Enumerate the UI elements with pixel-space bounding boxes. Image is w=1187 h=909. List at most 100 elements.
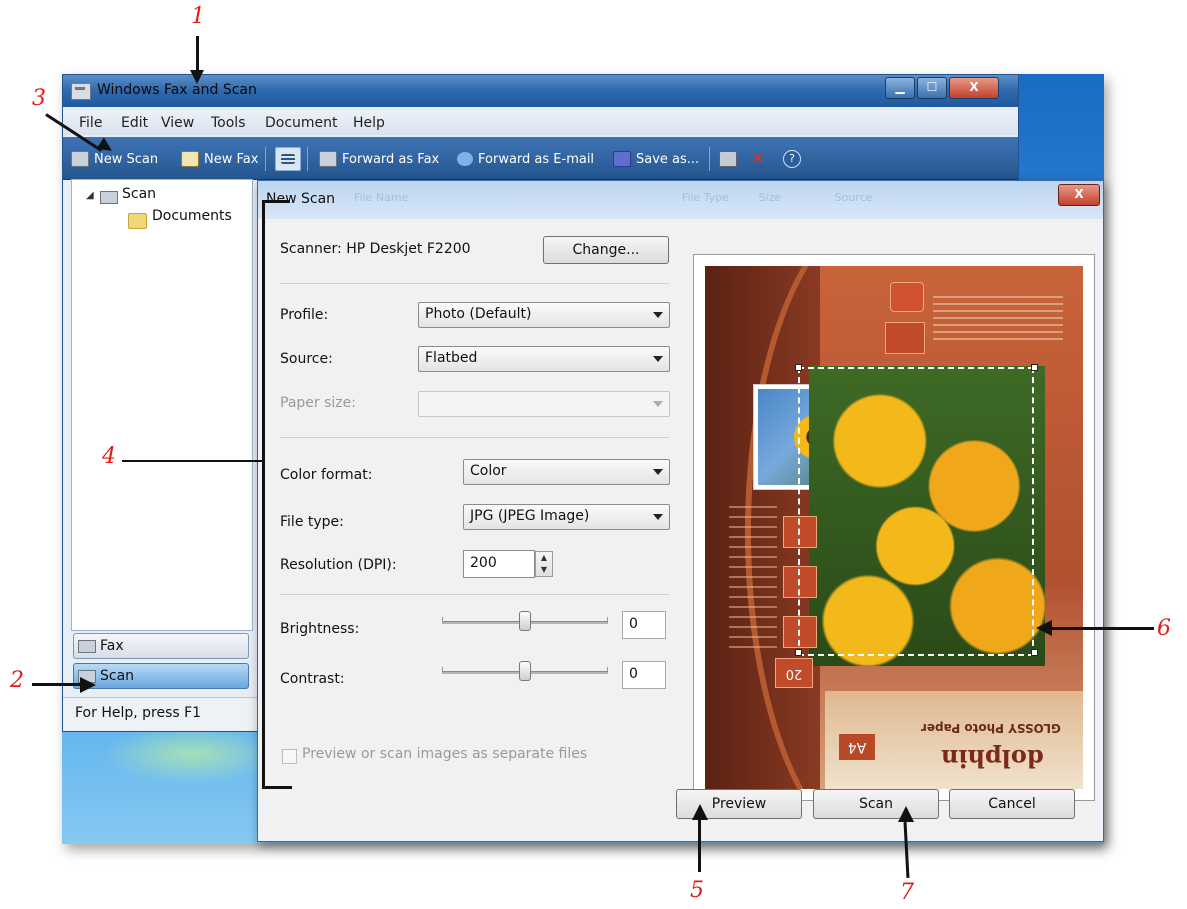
new-fax-button[interactable]: New Fax xyxy=(181,149,258,169)
selection-resize-handle[interactable] xyxy=(795,649,802,656)
scan-view-button[interactable]: Scan xyxy=(73,663,249,689)
delete-button[interactable]: ✕ xyxy=(751,149,765,169)
profile-dropdown[interactable]: Photo (Default) xyxy=(418,302,670,328)
contrast-slider-thumb[interactable] xyxy=(519,661,531,681)
scan-preview-area[interactable]: 20 A4 GLOSSY Photo Paper dolphin xyxy=(693,254,1095,801)
annotation-bracket-top xyxy=(262,200,290,203)
menu-bar: File Edit View Tools Document Help xyxy=(63,111,1018,135)
contrast-value-field[interactable]: 0 xyxy=(622,661,666,689)
menu-help[interactable]: Help xyxy=(353,115,385,131)
help-question-icon: ? xyxy=(783,150,801,168)
paper-size-label: Paper size: xyxy=(280,395,356,411)
brightness-value-field[interactable]: 0 xyxy=(622,611,666,639)
fax-view-label: Fax xyxy=(100,638,124,654)
chevron-down-icon xyxy=(653,401,663,407)
color-format-dropdown[interactable]: Color xyxy=(463,459,670,485)
help-button[interactable]: ? xyxy=(783,149,801,169)
menu-file[interactable]: File xyxy=(79,115,102,131)
dialog-title-bar[interactable]: File Name File Type Size Source New Scan… xyxy=(258,181,1103,219)
photo-badge xyxy=(885,322,925,354)
arrow-head-icon xyxy=(692,804,708,820)
annotation-4: 4 xyxy=(102,444,116,469)
minimize-button[interactable]: ▁ xyxy=(885,77,915,99)
photo-count-badge: 20 xyxy=(775,658,813,688)
paper-size-dropdown xyxy=(418,391,670,417)
printer-icon xyxy=(719,151,737,167)
window-title: Windows Fax and Scan xyxy=(97,82,257,98)
new-document-icon xyxy=(181,151,199,167)
chevron-down-icon xyxy=(653,312,663,318)
cancel-button[interactable]: Cancel xyxy=(949,789,1075,819)
slider-tick xyxy=(442,617,443,621)
annotation-line-4 xyxy=(122,460,264,462)
delete-x-icon: ✕ xyxy=(751,149,766,169)
separate-files-checkbox[interactable] xyxy=(282,749,297,764)
tree-item-documents[interactable]: Documents xyxy=(152,208,232,224)
forward-as-email-button[interactable]: Forward as E-mail xyxy=(457,149,594,169)
scan-selection-rectangle[interactable] xyxy=(798,367,1034,656)
view-toggle-button[interactable] xyxy=(275,147,301,171)
toolbar-separator xyxy=(307,147,308,171)
source-value: Flatbed xyxy=(425,350,478,366)
resolution-input[interactable]: 200 xyxy=(463,550,535,578)
selection-resize-handle[interactable] xyxy=(795,364,802,371)
save-as-button[interactable]: Save as... xyxy=(613,149,699,169)
divider xyxy=(280,283,669,284)
color-format-value: Color xyxy=(470,463,507,479)
menu-edit[interactable]: Edit xyxy=(121,115,148,131)
menu-document[interactable]: Document xyxy=(265,115,338,131)
chevron-down-icon xyxy=(653,514,663,520)
annotation-arrow-5 xyxy=(698,818,701,872)
dialog-title: New Scan xyxy=(266,191,336,207)
list-view-icon xyxy=(281,154,295,164)
scanner-icon xyxy=(71,151,89,167)
brightness-label: Brightness: xyxy=(280,621,360,637)
status-text: For Help, press F1 xyxy=(75,705,202,721)
background-column-headers: File Name File Type Size Source xyxy=(354,191,872,204)
print-button[interactable] xyxy=(719,149,737,169)
fax-icon xyxy=(319,151,337,167)
new-scan-button[interactable]: New Scan xyxy=(71,149,158,169)
scan-button[interactable]: Scan xyxy=(813,789,939,819)
fax-view-button[interactable]: Fax xyxy=(73,633,249,659)
maximize-button[interactable]: ☐ xyxy=(917,77,947,99)
source-dropdown[interactable]: Flatbed xyxy=(418,346,670,372)
column-header-size: Size xyxy=(758,191,782,204)
forward-as-fax-button[interactable]: Forward as Fax xyxy=(319,149,439,169)
tree-expand-arrow-icon[interactable]: ◢ xyxy=(86,190,94,201)
color-format-label: Color format: xyxy=(280,467,373,483)
toolbar: New Scan New Fax Forward as Fax Forward … xyxy=(63,137,1018,180)
separate-files-label: Preview or scan images as separate files xyxy=(302,746,588,762)
chevron-down-icon xyxy=(653,356,663,362)
arrow-head-icon xyxy=(190,70,204,84)
menu-tools[interactable]: Tools xyxy=(211,115,246,131)
divider xyxy=(280,437,669,438)
menu-view[interactable]: View xyxy=(161,115,194,131)
toolbar-separator xyxy=(709,147,710,171)
photo-brand-text: dolphin xyxy=(941,744,1044,773)
fax-scan-app-icon xyxy=(71,83,91,100)
annotation-arrow-6 xyxy=(1050,627,1154,630)
tree-item-scan[interactable]: Scan xyxy=(122,186,156,202)
brightness-slider-thumb[interactable] xyxy=(519,611,531,631)
arrow-head-icon xyxy=(1036,620,1052,636)
selection-resize-handle[interactable] xyxy=(1031,649,1038,656)
annotation-3: 3 xyxy=(32,86,46,111)
annotation-arrow-2 xyxy=(32,683,82,686)
photo-size-label: A4 xyxy=(839,734,875,760)
resolution-spinner[interactable]: ▲ ▼ xyxy=(535,551,553,577)
source-label: Source: xyxy=(280,351,333,367)
close-button[interactable]: X xyxy=(949,77,999,99)
divider xyxy=(280,594,669,595)
spin-down-icon[interactable]: ▼ xyxy=(536,564,552,576)
dialog-close-button[interactable]: X xyxy=(1058,184,1100,206)
annotation-6: 6 xyxy=(1157,616,1171,641)
selection-resize-handle[interactable] xyxy=(1031,364,1038,371)
annotation-2: 2 xyxy=(10,668,24,693)
column-header-file-name: File Name xyxy=(354,191,409,204)
file-type-dropdown[interactable]: JPG (JPEG Image) xyxy=(463,504,670,530)
title-bar[interactable]: Windows Fax and Scan ▁ ☐ X xyxy=(63,75,1018,107)
change-scanner-button[interactable]: Change... xyxy=(543,236,669,264)
annotation-bracket-bottom xyxy=(262,786,292,789)
spin-up-icon[interactable]: ▲ xyxy=(536,552,552,564)
